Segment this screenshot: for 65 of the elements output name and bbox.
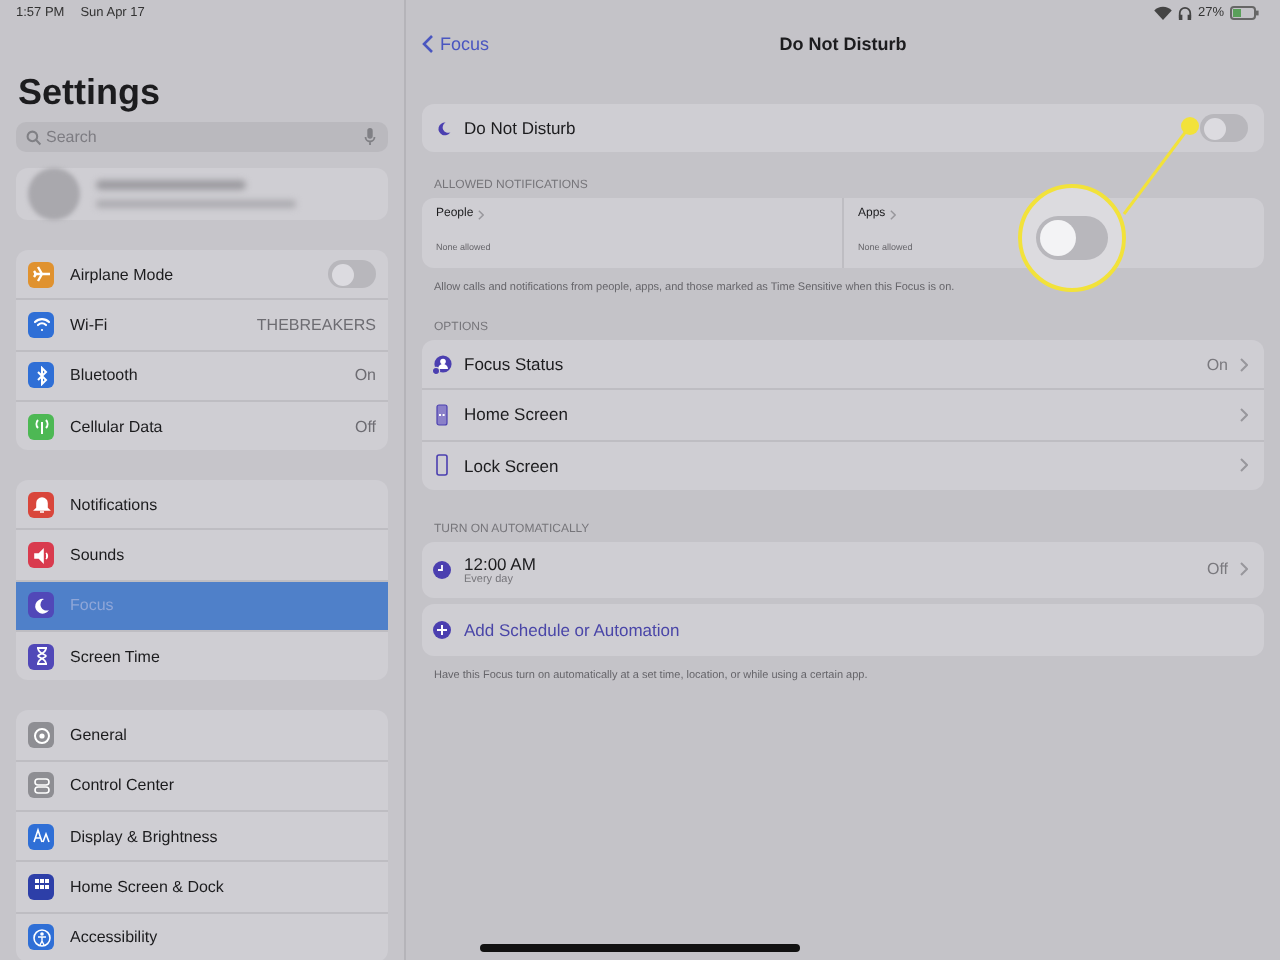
settings-item-label: Notifications (70, 495, 160, 514)
settings-item[interactable]: General (16, 710, 388, 762)
settings-item-value: THEBREAKERS (256, 315, 376, 334)
toggle-switch[interactable] (1200, 114, 1248, 142)
add-schedule-button[interactable]: Add Schedule or Automation (422, 603, 1264, 656)
settings-item-label: Display & Brightness (70, 827, 220, 846)
settings-item-label: Accessibility (70, 928, 160, 947)
search-field[interactable]: Search (16, 122, 388, 152)
back-button[interactable]: Focus (422, 34, 490, 54)
settings-item-value: Off (354, 417, 376, 436)
option-row[interactable]: Home Screen (422, 390, 1264, 442)
settings-item-label: Wi-Fi (70, 315, 110, 334)
chevron-right-icon (477, 209, 484, 219)
chevron-right-icon (1240, 357, 1248, 372)
plus-circle-icon (432, 619, 452, 640)
settings-item-label: Sounds (70, 546, 127, 565)
moon-icon (436, 119, 452, 137)
settings-item[interactable]: Cellular Data Off (16, 401, 388, 451)
chevron-right-icon (1240, 407, 1248, 422)
settings-item-label: Airplane Mode (70, 265, 176, 284)
settings-item-value: On (354, 366, 376, 385)
settings-item[interactable]: Home Screen & Dock (16, 862, 388, 914)
option-row[interactable]: Lock Screen (422, 441, 1264, 490)
settings-item-label: Bluetooth (70, 366, 140, 385)
settings-item[interactable]: Notifications (16, 480, 388, 531)
avatar-placeholder (28, 168, 80, 220)
clock-icon (432, 559, 452, 580)
chevron-right-icon (1240, 458, 1248, 473)
settings-item-label: Cellular Data (70, 417, 165, 436)
chevron-right-icon (1240, 562, 1248, 577)
option-row[interactable]: Focus Status On (422, 340, 1264, 391)
chevron-left-icon (422, 34, 434, 54)
settings-item-label: Focus (70, 596, 116, 615)
page-title: Do Not Disturb (779, 34, 907, 54)
pointer-dot (1181, 117, 1199, 135)
settings-item-label: Control Center (70, 776, 177, 795)
wifi-icon (1153, 5, 1172, 19)
settings-item-label: Screen Time (70, 647, 162, 666)
settings-item[interactable]: Airplane Mode (16, 250, 388, 301)
option-value: On (1206, 355, 1228, 374)
settings-item-label: Home Screen & Dock (70, 877, 226, 896)
phone-icon (432, 454, 452, 477)
phone-icon (432, 403, 452, 426)
settings-item[interactable]: Wi-Fi THEBREAKERS (16, 300, 388, 352)
microphone-icon[interactable] (364, 128, 376, 146)
person-icon (432, 353, 452, 376)
settings-item[interactable]: Bluetooth On (16, 351, 388, 402)
headphones-icon (1177, 5, 1192, 19)
option-label: Focus Status (464, 354, 566, 375)
toggle-switch[interactable] (328, 260, 376, 289)
chevron-right-icon (889, 209, 896, 219)
do-not-disturb-label: Do Not Disturb (464, 118, 578, 138)
schedule-value: Off (1206, 560, 1228, 579)
settings-item[interactable]: Control Center (16, 761, 388, 812)
settings-item-label: General (70, 726, 129, 745)
profile-card[interactable] (16, 168, 388, 220)
battery-icon (1230, 5, 1260, 19)
settings-item[interactable]: Display & Brightness (16, 811, 388, 863)
search-icon (26, 129, 42, 145)
settings-title: Settings (18, 72, 163, 114)
settings-item[interactable]: Accessibility (16, 913, 388, 960)
schedule-time: 12:00 AM (464, 553, 538, 574)
option-label: Lock Screen (464, 455, 561, 476)
settings-item[interactable]: Screen Time (16, 632, 388, 681)
option-label: Home Screen (464, 404, 570, 425)
